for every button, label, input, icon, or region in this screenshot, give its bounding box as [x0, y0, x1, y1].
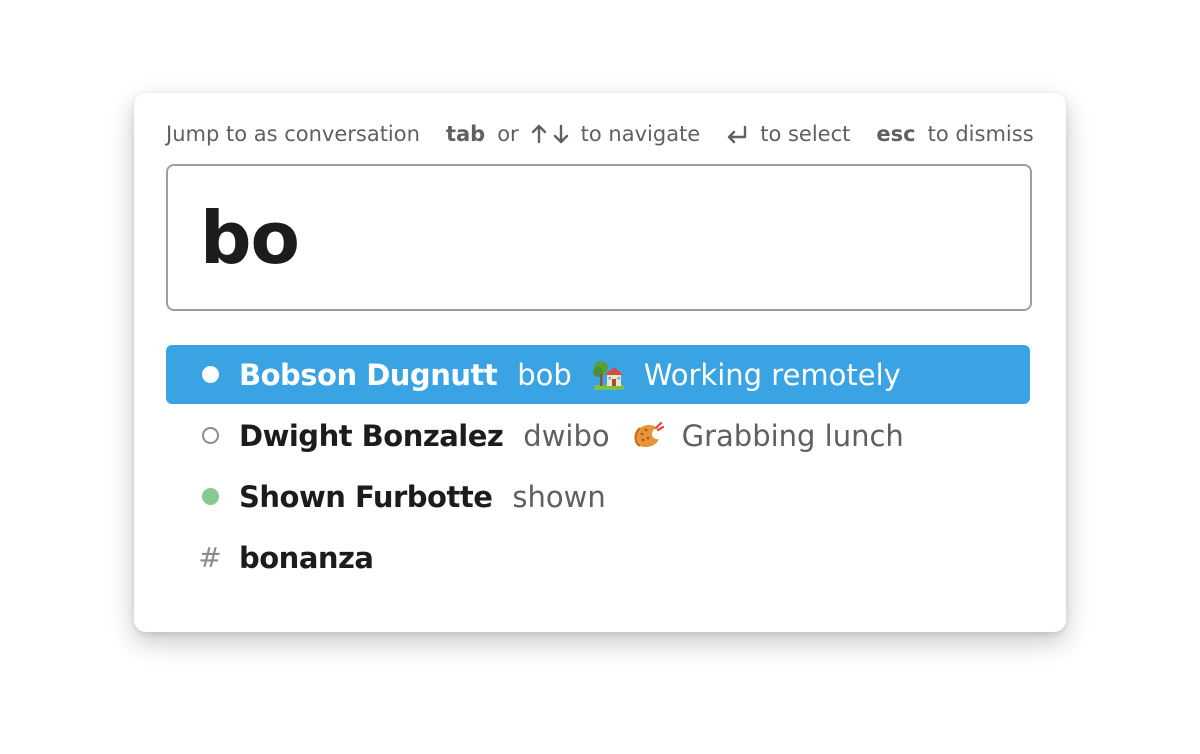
hint-intro: Jump to as conversation [166, 122, 420, 146]
away-presence-dot-icon [201, 427, 219, 444]
search-input[interactable] [200, 192, 980, 284]
hint-navigate: to navigate [580, 122, 701, 146]
hint-select: to select [760, 122, 851, 146]
house-with-garden-icon [592, 358, 626, 392]
active-presence-dot-icon [201, 488, 219, 505]
arrow-up-icon [531, 124, 547, 144]
quick-switcher-dialog: Jump to as conversation tab or to naviga… [134, 93, 1066, 632]
result-handle: shown [512, 479, 606, 514]
result-item-shown-furbotte[interactable]: Shown Furbotte shown [166, 467, 1030, 526]
keyboard-hints: Jump to as conversation tab or to naviga… [166, 117, 1034, 151]
presence-indicator [201, 427, 219, 445]
channel-hash-icon: # [198, 540, 222, 574]
hint-or: or [497, 122, 519, 146]
active-presence-dot-icon [201, 366, 219, 383]
presence-indicator [201, 366, 219, 384]
result-name: Shown Furbotte [239, 479, 493, 514]
result-status: Working remotely [643, 357, 901, 392]
hint-dismiss: to dismiss [927, 122, 1034, 146]
result-item-bobson-dugnutt[interactable]: Bobson Dugnutt bob Working remotely [166, 345, 1030, 404]
result-handle: bob [517, 357, 572, 392]
return-key-icon [726, 124, 748, 144]
results-list: Bobson Dugnutt bob Working remotely Dwig… [166, 345, 1030, 589]
result-name: Bobson Dugnutt [239, 357, 498, 392]
esc-key-hint: esc [876, 122, 916, 146]
search-box[interactable] [166, 164, 1032, 311]
tab-key-hint: tab [445, 122, 486, 146]
channel-indicator: # [198, 543, 221, 571]
result-item-channel-bonanza[interactable]: # bonanza [166, 528, 1030, 587]
result-status: Grabbing lunch [681, 418, 904, 453]
result-name: Dwight Bonzalez [239, 418, 504, 453]
presence-indicator [201, 488, 219, 506]
arrow-down-icon [553, 124, 569, 144]
result-item-dwight-bonzalez[interactable]: Dwight Bonzalez dwibo Grabbing lunch [166, 406, 1030, 465]
result-name: bonanza [239, 540, 374, 575]
result-handle: dwibo [523, 418, 610, 453]
fried-shrimp-icon [630, 419, 664, 453]
